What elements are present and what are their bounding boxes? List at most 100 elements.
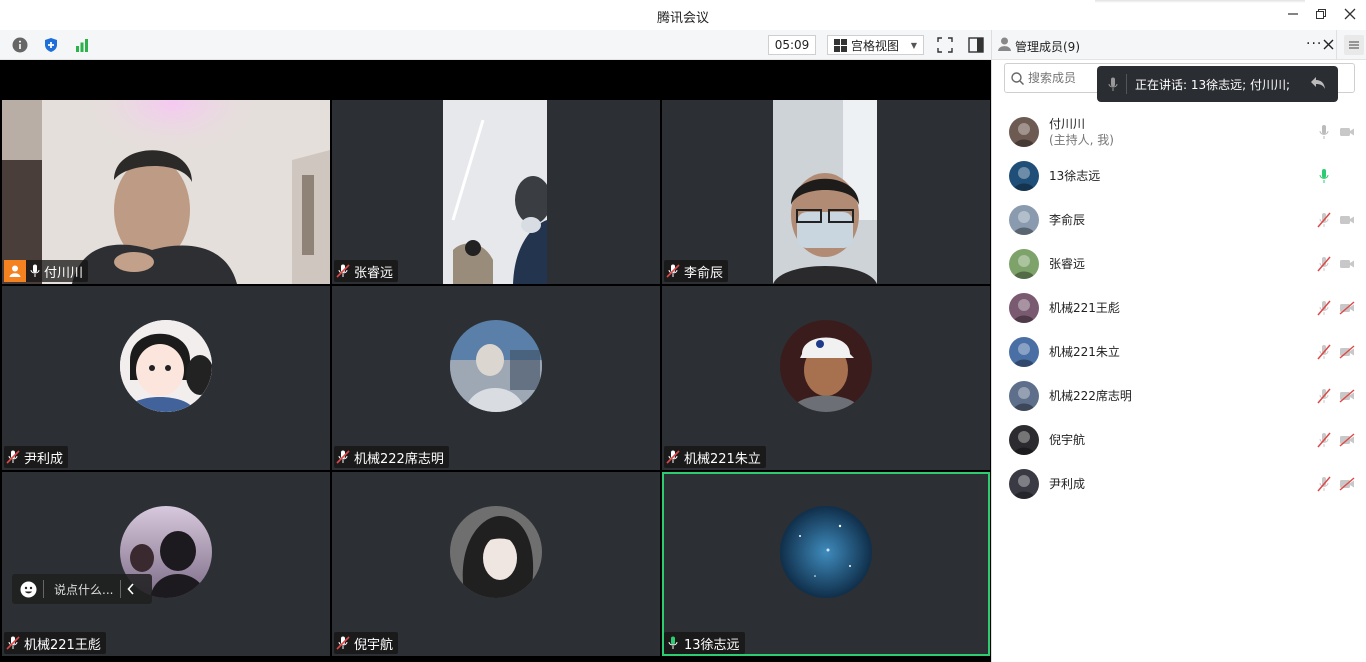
user-avatar [120, 320, 212, 412]
member-name: 张睿远 [1049, 257, 1086, 271]
mic-muted-icon[interactable] [1316, 476, 1332, 492]
video-tile-zhangruiyuan[interactable]: 张睿远 [332, 100, 660, 284]
video-tile-host[interactable]: 付川川 [2, 100, 330, 284]
grid-icon [834, 38, 847, 52]
user-avatar [450, 320, 542, 412]
member-row[interactable]: 倪宇航 [992, 418, 1366, 462]
video-tile-xuzhiyuan[interactable]: 13徐志远 [662, 472, 990, 656]
restore-icon [1316, 9, 1326, 19]
camera-feed [443, 100, 547, 284]
video-tile-wangbiao[interactable]: 机械221王彪 [2, 472, 330, 656]
member-name-block: 张睿远 [1049, 256, 1085, 272]
video-tile-niyuhang[interactable]: 倪宇航 [332, 472, 660, 656]
emoji-icon[interactable] [20, 581, 37, 598]
speaking-text: 正在讲话: 13徐志远; 付川川; [1135, 77, 1291, 92]
member-name-block: 机械221王彪 [1049, 300, 1120, 316]
member-name-block: 机械222席志明 [1049, 388, 1132, 404]
camera-off-icon[interactable] [1339, 433, 1355, 447]
mic-muted-icon [666, 450, 680, 464]
tile-nametag: 机械222席志明 [334, 446, 449, 468]
tile-nametag: 倪宇航 [334, 632, 399, 654]
person-icon [998, 37, 1011, 54]
panel-header: 管理成员(9) ··· [992, 30, 1366, 60]
camera-off-icon[interactable] [1339, 477, 1355, 491]
tile-name: 机械221王彪 [24, 637, 101, 653]
mic-icon[interactable] [1316, 124, 1332, 140]
member-row[interactable]: 机械221朱立 [992, 330, 1366, 374]
mic-muted-icon[interactable] [1316, 388, 1332, 404]
user-avatar [780, 320, 872, 412]
mic-muted-icon[interactable] [1316, 432, 1332, 448]
mic-muted-icon[interactable] [1316, 344, 1332, 360]
member-name-block: 付川川 (主持人, 我) [1049, 116, 1114, 148]
speaking-indicator: 正在讲话: 13徐志远; 付川川; [1097, 66, 1338, 102]
member-avatar [1009, 381, 1039, 411]
chevron-left-icon[interactable] [127, 583, 135, 595]
camera-off-icon[interactable] [1339, 301, 1355, 315]
mic-muted-icon [336, 450, 350, 464]
view-mode-dropdown[interactable]: 宫格视图 ▼ [827, 35, 924, 55]
member-row[interactable]: 付川川 (主持人, 我) [992, 110, 1366, 154]
view-mode-label: 宫格视图 [851, 38, 900, 53]
tile-nametag: 13徐志远 [664, 632, 745, 654]
hamburger-menu-icon[interactable] [1344, 35, 1364, 55]
video-tile-yinlicheng[interactable]: 尹利成 [2, 286, 330, 470]
camera-icon[interactable] [1339, 213, 1355, 227]
member-name: 13徐志远 [1049, 169, 1101, 183]
sidebar-toggle-icon[interactable] [967, 36, 985, 54]
chat-input-placeholder[interactable]: 说点什么... [54, 581, 113, 598]
meeting-window: 腾讯会议 05:09 宫格视图 ▼ 付川川 张睿远 李俞辰 尹利成 机械222席… [0, 0, 1366, 662]
restore-button[interactable] [1312, 5, 1330, 23]
member-row[interactable]: 李俞辰 [992, 198, 1366, 242]
signal-icon[interactable] [73, 36, 91, 54]
member-avatar [1009, 117, 1039, 147]
member-name-block: 机械221朱立 [1049, 344, 1120, 360]
mic-muted-icon[interactable] [1316, 212, 1332, 228]
member-avatar [1009, 205, 1039, 235]
camera-off-icon[interactable] [1339, 389, 1355, 403]
mic-muted-icon[interactable] [1316, 256, 1332, 272]
camera-icon[interactable] [1339, 257, 1355, 271]
chat-bar[interactable]: 说点什么... [12, 574, 152, 604]
member-row[interactable]: 13徐志远 [992, 154, 1366, 198]
window-title: 腾讯会议 [656, 11, 709, 26]
fullscreen-icon[interactable] [936, 36, 954, 54]
minimize-icon [1288, 13, 1298, 15]
tile-name: 李俞辰 [684, 265, 724, 281]
camera-off-icon[interactable] [1339, 345, 1355, 359]
camera-feed [2, 100, 330, 284]
close-window-button[interactable] [1341, 5, 1359, 23]
member-name: 李俞辰 [1049, 213, 1086, 227]
mic-muted-icon[interactable] [1316, 300, 1332, 316]
member-row[interactable]: 机械221王彪 [992, 286, 1366, 330]
info-icon[interactable] [11, 36, 29, 54]
tile-nametag: 机械221朱立 [664, 446, 766, 468]
title-bar: 腾讯会议 [0, 0, 1366, 30]
tile-nametag: 尹利成 [4, 446, 69, 468]
mic-muted-icon [6, 450, 20, 464]
mic-muted-icon [336, 636, 350, 650]
video-tile-liyuchen[interactable]: 李俞辰 [662, 100, 990, 284]
mic-speaking-icon[interactable] [1316, 168, 1332, 184]
shield-icon[interactable] [42, 36, 60, 54]
member-row[interactable]: 尹利成 [992, 462, 1366, 506]
member-row[interactable]: 张睿远 [992, 242, 1366, 286]
camera-icon[interactable] [1339, 125, 1355, 139]
member-row[interactable]: 机械222席志明 [992, 374, 1366, 418]
member-avatar [1009, 293, 1039, 323]
video-tile-xizhiming[interactable]: 机械222席志明 [332, 286, 660, 470]
more-options-icon[interactable]: ··· [1306, 36, 1322, 52]
close-panel-icon[interactable] [1323, 39, 1334, 53]
panel-title: 管理成员(9) [1015, 40, 1080, 54]
video-tile-zhuli[interactable]: 机械221朱立 [662, 286, 990, 470]
reply-icon[interactable] [1309, 74, 1327, 92]
tile-nametag: 李俞辰 [664, 260, 729, 282]
mic-muted-icon [666, 264, 680, 278]
member-name: 付川川 [1049, 117, 1086, 131]
tile-nametag: 张睿远 [334, 260, 399, 282]
minimize-button[interactable] [1284, 5, 1302, 23]
member-name-block: 13徐志远 [1049, 168, 1100, 184]
member-search-input[interactable] [1028, 71, 1108, 85]
member-avatar [1009, 469, 1039, 499]
mic-muted-icon [6, 636, 20, 650]
